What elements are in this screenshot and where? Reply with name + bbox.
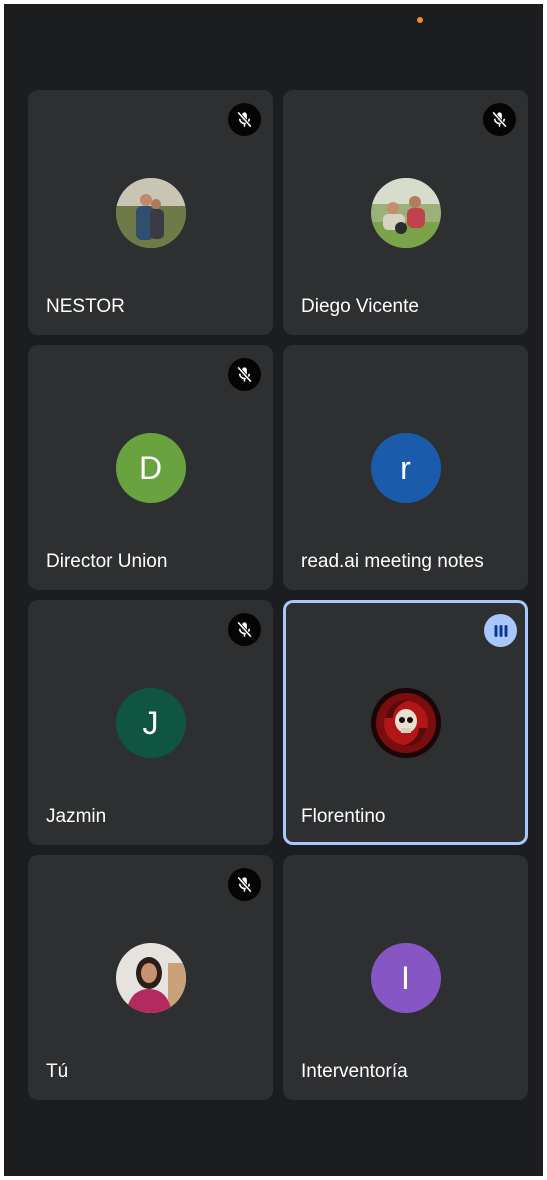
mic-off-icon [228,868,261,901]
participant-tile-diego-vicente[interactable]: Diego Vicente [283,90,528,335]
participant-name: Florentino [301,806,386,827]
letter-avatar: I [370,943,441,1013]
avatar-letter: r [400,450,411,486]
participant-name: Interventoría [301,1061,408,1082]
participant-avatar [115,178,186,248]
participant-avatar [370,688,441,758]
participant-name: Jazmin [46,806,107,827]
skull-avatar-icon [370,688,441,758]
participant-avatar [115,943,186,1013]
participant-name: Director Union [46,551,168,572]
photo-avatar-icon [115,178,186,248]
participant-name: Tú [46,1061,69,1082]
participant-tile-nestor[interactable]: NESTOR [28,90,273,335]
audio-level-icon [484,614,517,647]
participant-grid: NESTOR Diego Vicente D Director Union r … [28,90,528,1100]
recording-dot-icon [417,17,423,23]
meeting-screen: NESTOR Diego Vicente D Director Union r … [4,4,543,1176]
avatar-letter: I [401,960,410,996]
participant-name: NESTOR [46,296,125,317]
mic-off-icon [483,103,516,136]
participant-tile-director-union[interactable]: D Director Union [28,345,273,590]
photo-avatar-icon [370,178,441,248]
participant-tile-read-ai[interactable]: r read.ai meeting notes [283,345,528,590]
participant-tile-jazmin[interactable]: J Jazmin [28,600,273,845]
mic-off-icon [228,358,261,391]
participant-tile-self[interactable]: Tú [28,855,273,1100]
photo-avatar-icon [115,943,186,1013]
avatar-letter: J [142,705,159,741]
participant-name: read.ai meeting notes [301,551,484,572]
letter-avatar: D [115,433,186,503]
participant-name: Diego Vicente [301,296,419,317]
letter-avatar: J [115,688,186,758]
mic-off-icon [228,613,261,646]
participant-tile-florentino[interactable]: Florentino [283,600,528,845]
participant-tile-interventoria[interactable]: I Interventoría [283,855,528,1100]
participant-avatar [370,178,441,248]
avatar-letter: D [138,450,163,486]
letter-avatar: r [370,433,441,503]
mic-off-icon [228,103,261,136]
